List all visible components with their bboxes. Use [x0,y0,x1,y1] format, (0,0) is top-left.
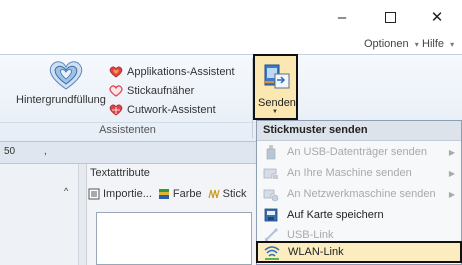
menu-options[interactable]: Optionen ▾ [364,38,419,50]
stitch-button[interactable]: Stick [223,188,247,200]
cutwork-heart-icon [108,103,124,117]
background-fill-button[interactable] [46,58,86,92]
usb-drive-icon [263,144,279,160]
scroll-up-icon[interactable]: ^ [64,186,68,196]
patch-button[interactable]: Stickaufnäher [108,82,194,99]
minimize-button[interactable]: – [322,4,362,30]
send-dropdown-arrow-icon: ▼ [272,109,278,115]
color-icon [158,188,170,200]
group-caption: Assistenten [99,124,156,136]
text-attributes-toolbar: Importie... Farbe Stick [88,185,247,203]
heart-outline-icon [108,84,124,98]
chevron-down-icon: ▾ [414,40,419,49]
menu-item-wlan-link[interactable]: WLAN-Link [256,241,462,263]
color-button[interactable]: Farbe [173,188,202,200]
menu-item-network-machine[interactable]: An Netzwerkmaschine senden ▶ [257,184,461,204]
menu-item-your-machine[interactable]: An Ihre Maschine senden ▶ [257,163,461,183]
close-button[interactable]: ✕ [417,4,457,30]
submenu-arrow-icon: ▶ [448,168,455,178]
maximize-button[interactable] [370,4,410,30]
background-fill-icon [49,61,83,90]
send-embroidery-icon [262,60,292,94]
cutwork-assistant-button[interactable]: Cutwork-Assistent [108,101,216,118]
minimize-icon: – [337,8,347,26]
left-panel [0,164,86,265]
import-button[interactable]: Importie... [103,188,152,200]
heart-icon [108,65,124,79]
chevron-down-icon: ▾ [450,40,455,49]
vertical-scrollbar[interactable] [78,164,86,265]
menu-item-usb-drive[interactable]: An USB-Datenträger senden ▶ [257,142,461,162]
text-attributes-title: Textattribute [90,167,150,179]
send-label: Senden [258,97,296,109]
menu-help[interactable]: Hilfe ▾ [422,38,454,50]
network-machine-icon [263,186,279,202]
wlan-link-icon [264,244,280,260]
ruler-mark: , [44,146,47,157]
submenu-arrow-icon: ▶ [448,189,455,199]
close-icon: ✕ [430,9,444,26]
dropdown-title: Stickmuster senden [263,124,368,136]
card-save-icon [263,207,279,223]
submenu-arrow-icon: ▶ [448,147,455,157]
stitch-icon [208,188,220,200]
background-fill-label: Hintergrundfüllung [16,94,106,106]
menu-item-save-to-card[interactable]: Auf Karte speichern [257,205,461,225]
text-attributes-preview [96,212,252,265]
ruler-number: 50 [4,146,16,157]
applique-assistant-button[interactable]: Applikations-Assistent [108,63,235,80]
machine-icon [263,165,279,181]
import-icon [88,188,100,200]
maximize-icon [384,11,396,23]
